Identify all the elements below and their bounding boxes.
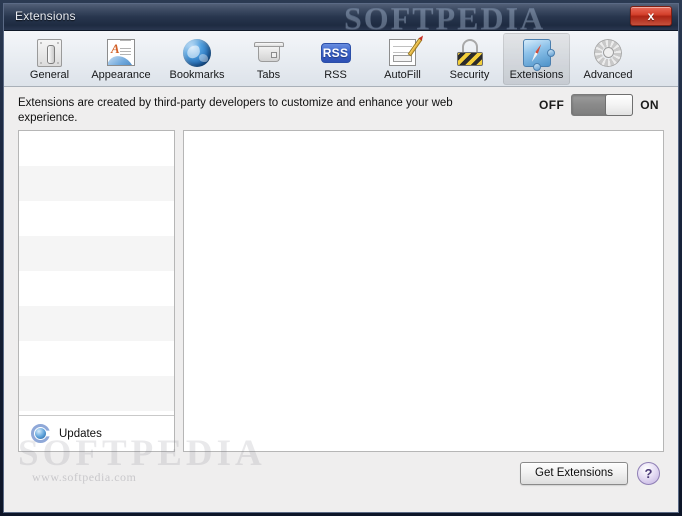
toggle-off-label: OFF [538,98,565,112]
autofill-icon [387,37,423,68]
extensions-toggle-group: OFF ON [539,94,659,116]
tab-rss-label: RSS [324,69,347,81]
lock-icon [454,37,486,68]
gear-icon [592,37,624,68]
extensions-icon [521,37,555,71]
tab-advanced-label: Advanced [583,69,633,81]
close-button[interactable]: x [630,6,672,26]
tabs-icon [253,37,285,68]
list-item[interactable] [19,166,174,201]
toggle-knob [605,94,634,116]
content-panels: Updates [18,130,664,452]
extension-detail-panel [183,130,664,452]
title-bar: Extensions SOFTPEDIA x [4,4,678,31]
appearance-icon: A [105,37,137,68]
extensions-list-rows [19,131,174,415]
window-inner: Extensions SOFTPEDIA x General A Appeara… [3,3,679,513]
tab-extensions[interactable]: Extensions [503,33,570,85]
description-text: Extensions are created by third-party de… [18,97,453,124]
tab-security-label: Security [449,69,490,81]
help-button[interactable]: ? [637,462,660,485]
tab-appearance[interactable]: A Appearance [83,33,159,85]
application-window: Extensions SOFTPEDIA x General A Appeara… [0,0,682,516]
list-item[interactable] [19,271,174,306]
toggle-on-label: ON [640,98,659,112]
tab-autofill-label: AutoFill [384,69,421,81]
preferences-toolbar: General A Appearance Bookmarks Tabs RSS … [4,31,678,87]
globe-icon [181,37,213,68]
list-item[interactable] [19,201,174,236]
tab-general-label: General [29,69,70,81]
tab-extensions-label: Extensions [509,69,564,81]
tab-bookmarks[interactable]: Bookmarks [159,33,235,85]
list-item[interactable] [19,306,174,341]
tab-security[interactable]: Security [436,33,503,85]
watermark-softpedia-title: SOFTPEDIA [344,4,546,31]
tab-autofill[interactable]: AutoFill [369,33,436,85]
refresh-icon [31,424,50,443]
tab-tabs-label: Tabs [256,69,281,81]
footer-bar: Get Extensions ? [4,452,678,499]
tab-advanced[interactable]: Advanced [570,33,646,85]
tab-rss[interactable]: RSS RSS [302,33,369,85]
get-extensions-button[interactable]: Get Extensions [520,462,628,485]
list-item[interactable] [19,131,174,166]
tab-bookmarks-label: Bookmarks [169,69,225,81]
window-title: Extensions [15,9,76,23]
updates-label: Updates [59,427,102,440]
extensions-toggle-switch[interactable] [571,94,634,116]
tab-general[interactable]: General [16,33,83,85]
description-area: Extensions are created by third-party de… [4,87,678,130]
list-item[interactable] [19,341,174,376]
list-item[interactable] [19,236,174,271]
updates-button[interactable]: Updates [19,415,174,451]
list-item[interactable] [19,376,174,411]
tab-tabs[interactable]: Tabs [235,33,302,85]
rss-badge-text: RSS [320,42,351,63]
title-bar-gloss [4,4,678,17]
tab-appearance-label: Appearance [91,69,151,81]
general-icon [34,37,66,68]
extensions-list-panel[interactable]: Updates [18,130,175,452]
rss-icon: RSS [320,37,352,68]
